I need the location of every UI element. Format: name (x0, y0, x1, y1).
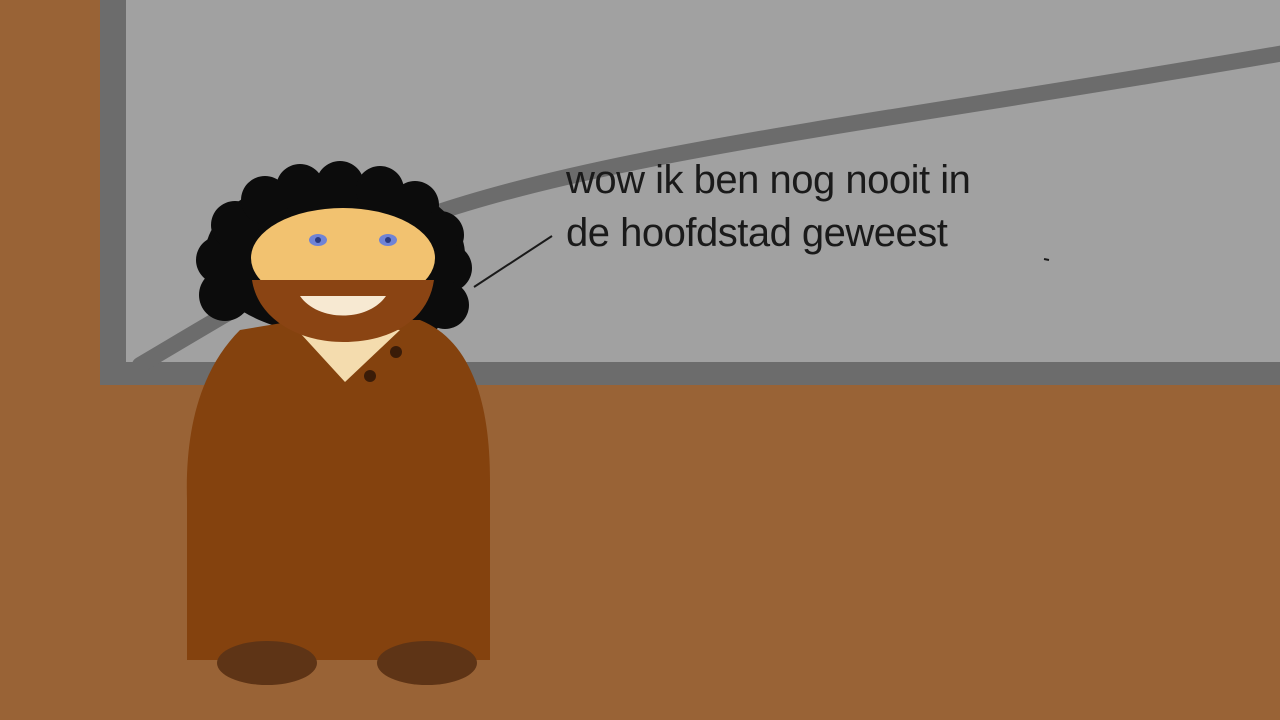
shoe-right (377, 641, 477, 685)
scene: wow ik ben nog nooit in de hoofdstad gew… (0, 0, 1280, 720)
speech-line-2: de hoofdstad geweest (566, 211, 948, 255)
coat-button (364, 370, 376, 382)
drawing (0, 0, 1280, 720)
speech-dot (1043, 258, 1050, 261)
coat-button (390, 346, 402, 358)
speech-text: wow ik ben nog nooit in de hoofdstad gew… (566, 154, 971, 260)
shoe-left (217, 641, 317, 685)
speech-line-1: wow ik ben nog nooit in (566, 158, 971, 202)
character (186, 161, 490, 685)
